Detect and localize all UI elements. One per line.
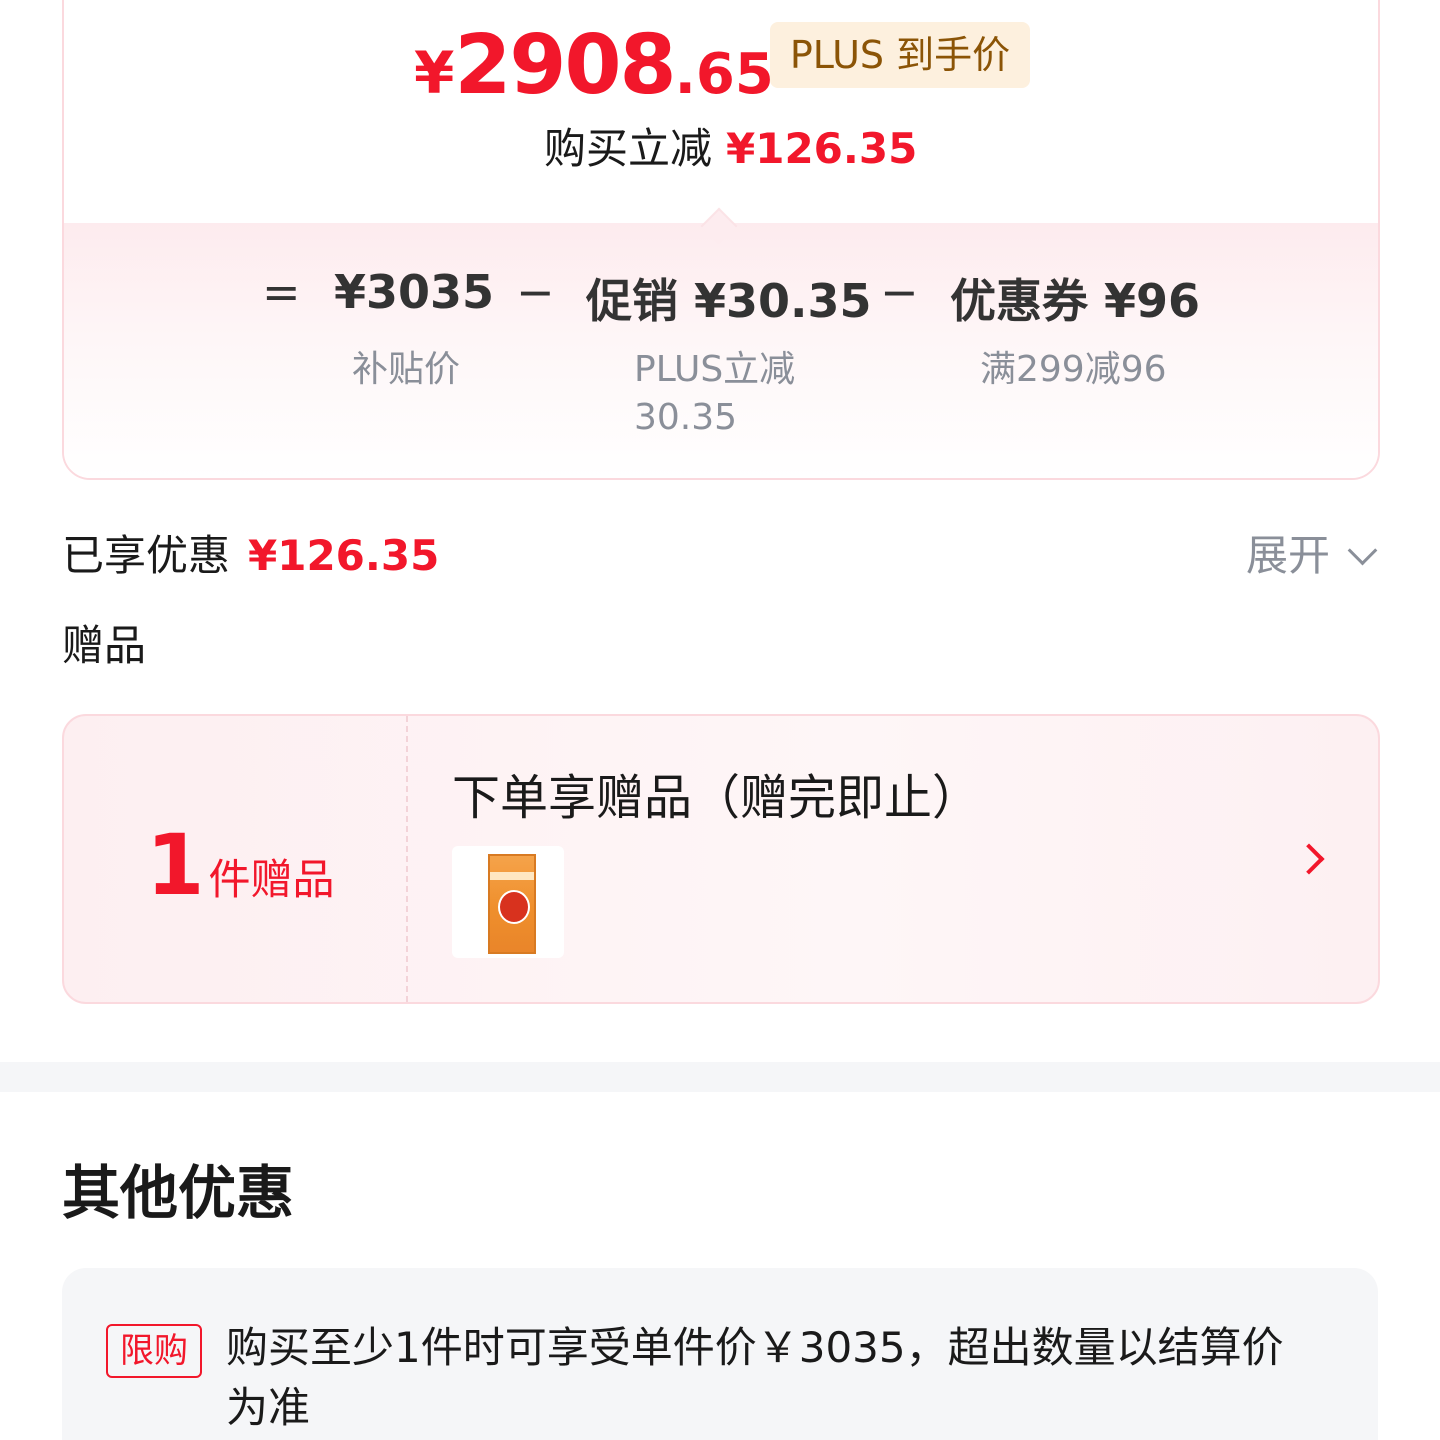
final-price-decimal: .65 [674, 42, 774, 107]
limit-offer-text: 购买至少1件时可享受单件价￥3035，超出数量以结算价为准 [226, 1323, 1284, 1432]
instant-cut: 购买立减 ¥126.35 [544, 115, 917, 176]
minus-sign-2: − [880, 265, 919, 319]
liquor-box-image [488, 854, 536, 954]
base-price: ¥3035 [334, 265, 495, 319]
instant-cut-amount: ¥126.35 [726, 124, 918, 173]
plus-price-tag: PLUS 到手价 [770, 22, 1030, 88]
gift-card[interactable]: 1 件赠品 下单享赠品（赠完即止） [62, 714, 1380, 1004]
gift-card-divider [406, 716, 408, 1002]
promo-amount: 促销 ¥30.35 [586, 274, 872, 328]
instant-cut-label: 购买立减 [544, 124, 713, 173]
coupon-desc: 满299减96 [980, 349, 1167, 390]
gift-count-unit: 件赠品 [208, 855, 335, 904]
liquor-box-band [490, 872, 534, 880]
final-price-symbol: ¥ [414, 39, 455, 107]
gift-count: 1 件赠品 [146, 816, 334, 914]
liquor-box-seal [498, 890, 530, 924]
gift-product-thumbnail[interactable] [452, 846, 564, 958]
equals-sign: = [262, 265, 301, 319]
section-divider [0, 1062, 1440, 1092]
promo-desc-line1: PLUS立减 [634, 349, 796, 390]
chevron-down-icon[interactable] [1347, 535, 1378, 566]
final-price: ¥ 2908 .65 [414, 18, 774, 113]
enjoyed-discount-amount: ¥126.35 [248, 531, 440, 580]
promotion-detail-page: ¥ 2908 .65 PLUS 到手价 购买立减 ¥126.35 = ¥3035 … [0, 0, 1440, 1440]
base-price-label: 补贴价 [352, 349, 461, 390]
expand-button[interactable]: 展开 [1246, 522, 1330, 583]
promo-desc-line2: 30.35 [634, 397, 738, 438]
gift-count-number: 1 [146, 816, 205, 914]
purchase-limit-offer: 限购 购买至少1件时可享受单件价￥3035，超出数量以结算价为准 [62, 1268, 1378, 1440]
limit-tag: 限购 [106, 1324, 202, 1378]
final-price-integer: 2908 [454, 18, 676, 113]
coupon-amount: 优惠券 ¥96 [950, 274, 1201, 328]
enjoyed-discount-label: 已享优惠 [62, 531, 231, 580]
price-breakdown-card: ¥ 2908 .65 PLUS 到手价 购买立减 ¥126.35 = ¥3035 … [62, 0, 1380, 480]
enjoyed-discount: 已享优惠 ¥126.35 [62, 522, 439, 583]
chevron-right-icon[interactable] [1293, 843, 1325, 875]
minus-sign-1: − [516, 265, 555, 319]
gift-title: 下单享赠品（赠完即止） [452, 770, 981, 826]
gift-section-label: 赠品 [62, 621, 147, 670]
other-offers-title: 其他优惠 [62, 1159, 295, 1227]
